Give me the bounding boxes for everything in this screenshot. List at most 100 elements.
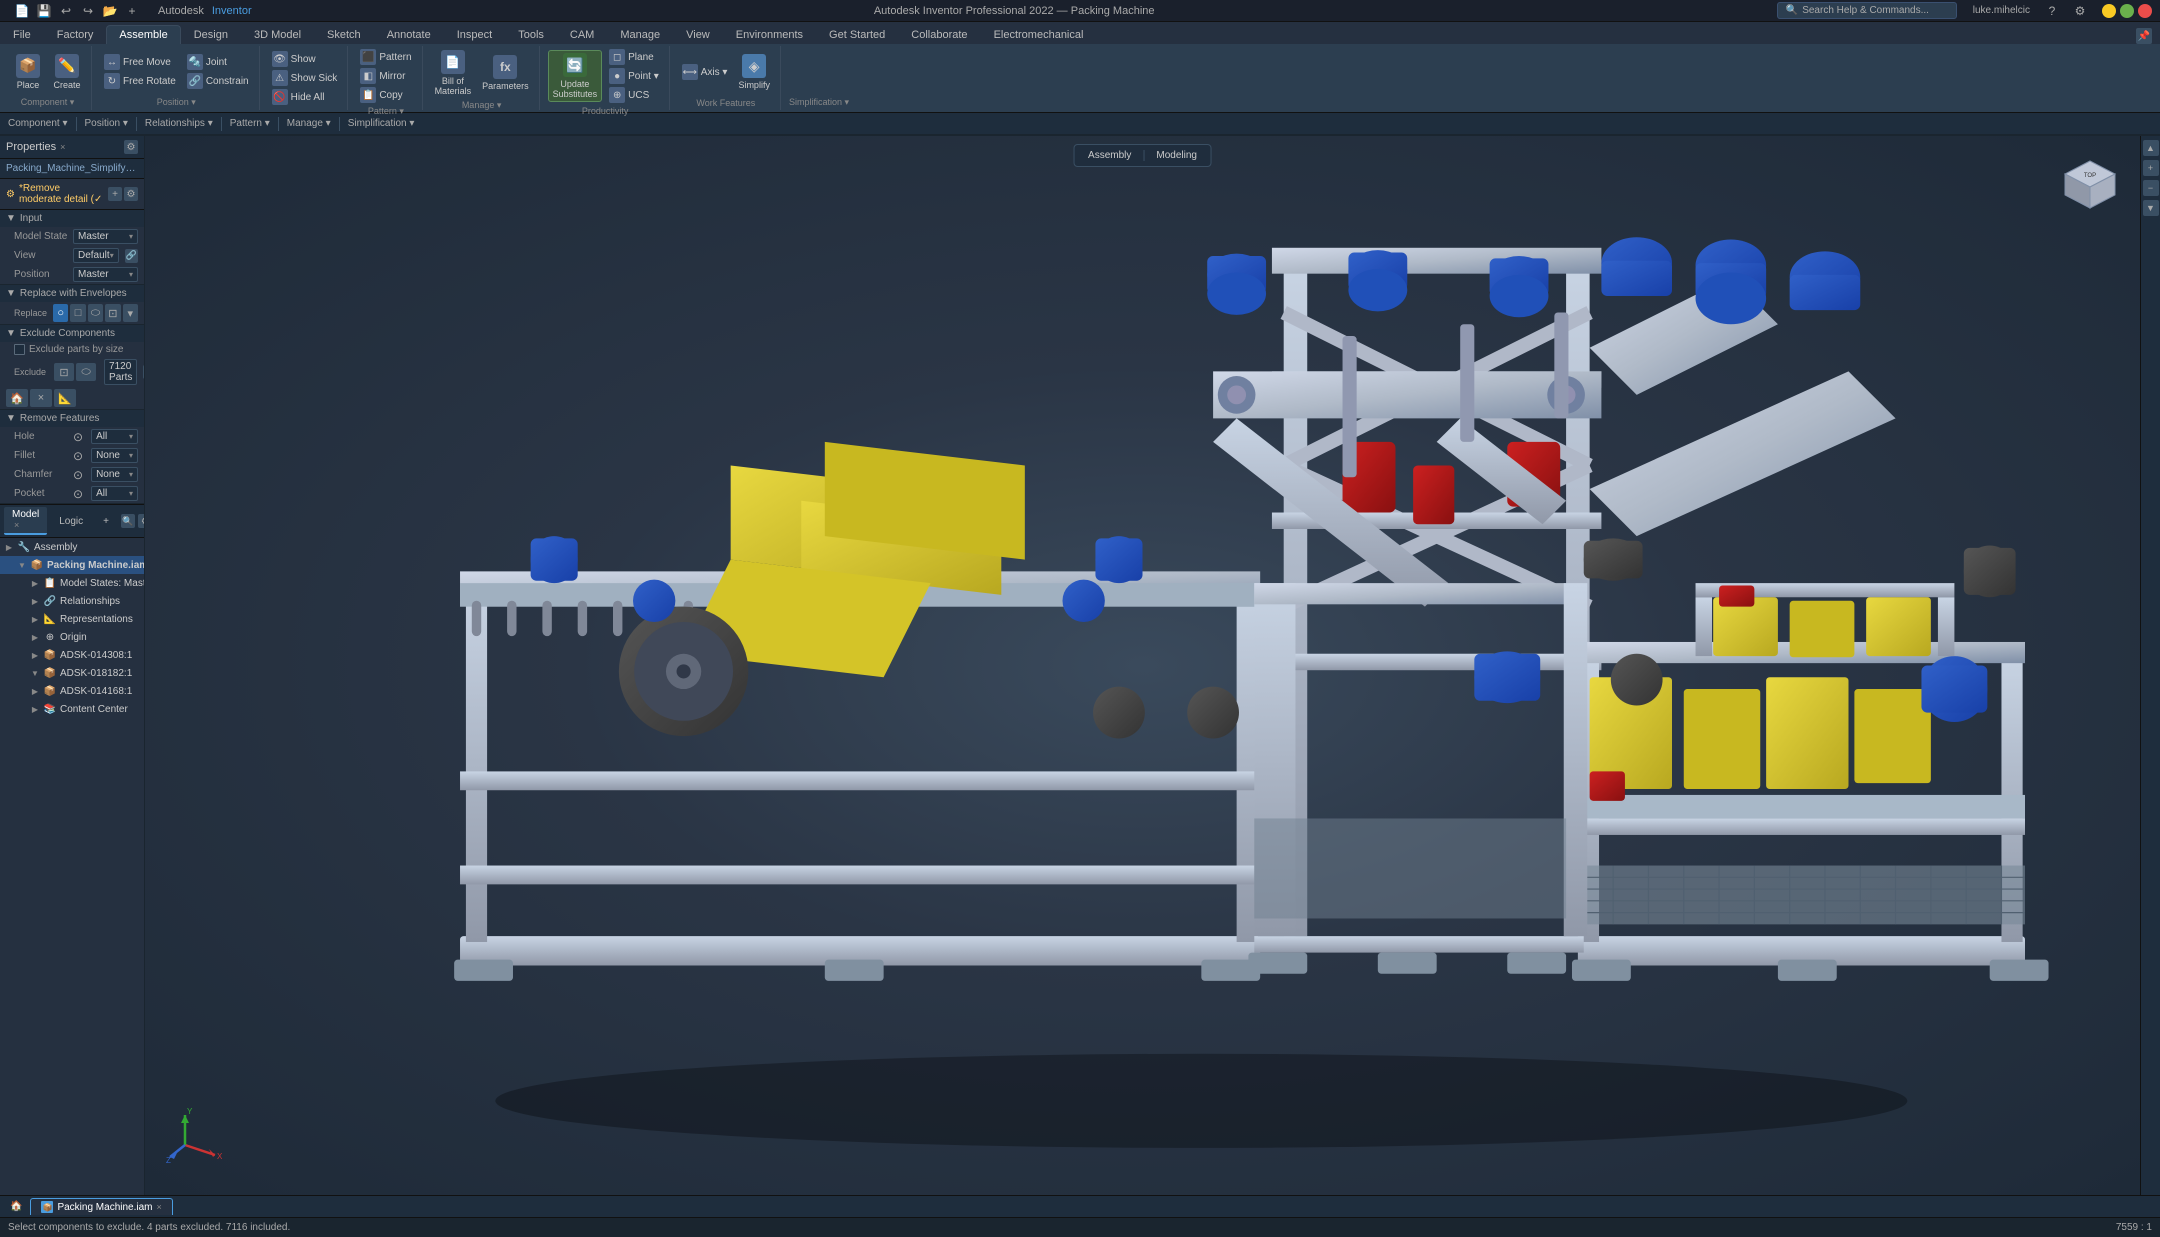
file-icon[interactable]: 📄 (12, 1, 32, 21)
mirror-btn[interactable]: ◧ Mirror (356, 67, 415, 85)
copy-btn[interactable]: 📋 Copy (356, 86, 415, 104)
point-btn[interactable]: ● Point ▾ (605, 67, 663, 85)
model-state-value[interactable]: Master ▾ (73, 229, 138, 244)
tab-3dmodel[interactable]: 3D Model (241, 25, 314, 44)
search-box[interactable]: 🔍 Search Help & Commands... (1777, 2, 1957, 19)
position-dropdown[interactable]: Position ▾ (85, 118, 128, 129)
remove-icon1[interactable]: 🏠 (6, 389, 28, 407)
right-strip-btn3[interactable]: − (2143, 180, 2159, 196)
exclude-components-header[interactable]: ▼ Exclude Components (0, 325, 144, 342)
simplification-dropdown[interactable]: Simplification ▾ (348, 118, 415, 129)
tree-item-adsk1[interactable]: ▶ 📦 ADSK-014308:1 (0, 646, 144, 664)
tab-design[interactable]: Design (181, 25, 241, 44)
plane-btn[interactable]: ◻ Plane (605, 48, 663, 66)
file-tab-packing-machine[interactable]: 📦 Packing Machine.iam × (30, 1198, 172, 1215)
axis-btn[interactable]: ⟷ Axis ▾ (678, 63, 732, 81)
settings-btn[interactable]: ⚙ (2070, 1, 2090, 21)
hide-all-btn[interactable]: 🚫 Hide All (268, 88, 342, 106)
tab-get-started[interactable]: Get Started (816, 25, 898, 44)
new-btn[interactable]: + (122, 1, 142, 21)
tab-tools[interactable]: Tools (505, 25, 557, 44)
free-rotate-btn[interactable]: ↻ Free Rotate (100, 72, 180, 90)
simplify-btn[interactable]: ◈ Simplify (734, 52, 774, 92)
show-btn[interactable]: 👁 Show (268, 50, 342, 68)
update-substitutes-btn[interactable]: 🔄 UpdateSubstitutes (548, 50, 603, 102)
save-btn[interactable]: 💾 (34, 1, 54, 21)
tree-item-packing-machine[interactable]: ▼ 📦 Packing Machine.iam (0, 556, 144, 574)
tab-view[interactable]: View (673, 25, 723, 44)
ucs-btn[interactable]: ⊕ UCS (605, 86, 663, 104)
context-modeling-btn[interactable]: Modeling (1148, 148, 1205, 163)
relationships-dropdown[interactable]: Relationships ▾ (145, 118, 213, 129)
help-btn[interactable]: ? (2042, 1, 2062, 21)
replace-box-btn[interactable]: □ (70, 304, 85, 322)
hole-select[interactable]: All ▾ (91, 429, 138, 444)
pocket-select[interactable]: All ▾ (91, 486, 138, 501)
pattern-dropdown[interactable]: Pattern ▾ (230, 118, 270, 129)
position-value[interactable]: Master ▾ (73, 267, 138, 282)
replace-sphere-btn[interactable]: ○ (53, 304, 68, 322)
tab-factory[interactable]: Factory (44, 25, 107, 44)
fillet-select[interactable]: None ▾ (91, 448, 138, 463)
settings-prop-btn[interactable]: ⚙ (124, 140, 138, 154)
redo-btn[interactable]: ↪ (78, 1, 98, 21)
open-btn[interactable]: 📂 (100, 1, 120, 21)
parameters-btn[interactable]: fx Parameters (478, 53, 533, 93)
right-strip-btn1[interactable]: ▲ (2143, 140, 2159, 156)
tree-item-origin[interactable]: ▶ ⊕ Origin (0, 628, 144, 646)
replace-cylinder-btn[interactable]: ⬭ (88, 304, 103, 322)
tree-item-relationships[interactable]: ▶ 🔗 Relationships (0, 592, 144, 610)
chamfer-select[interactable]: None ▾ (91, 467, 138, 482)
home-btn[interactable]: 🏠 (4, 1199, 28, 1214)
tab-cam[interactable]: CAM (557, 25, 607, 44)
simplification-label[interactable]: Simplification ▾ (789, 95, 849, 108)
tree-settings-btn[interactable]: ⚙ (138, 514, 145, 528)
place-btn[interactable]: 📦 Place (10, 52, 46, 92)
tab-environments[interactable]: Environments (723, 25, 816, 44)
undo-btn[interactable]: ↩ (56, 1, 76, 21)
replace-combined-btn[interactable]: ⊡ (105, 304, 120, 322)
viewport[interactable]: TOP Assembly Modeling X Y Z (145, 136, 2140, 1195)
nav-cube[interactable]: TOP (2060, 156, 2120, 216)
remove-icon2[interactable]: × (30, 389, 52, 407)
input-section-header[interactable]: ▼ Input (0, 210, 144, 227)
tree-item-assembly[interactable]: ▶ 🔧 Assembly (0, 538, 144, 556)
close-btn[interactable] (2138, 4, 2152, 18)
bill-of-materials-btn[interactable]: 📄 Bill ofMaterials (431, 48, 476, 98)
manage-label[interactable]: Manage ▾ (462, 98, 502, 111)
gear-prop-btn[interactable]: ⚙ (124, 187, 138, 201)
tab-manage[interactable]: Manage (607, 25, 673, 44)
tab-inspect[interactable]: Inspect (444, 25, 505, 44)
component-dropdown[interactable]: Component ▾ (8, 118, 68, 129)
right-strip-btn2[interactable]: + (2143, 160, 2159, 176)
tab-model[interactable]: Model × (4, 507, 47, 535)
view-value[interactable]: Default ▾ (73, 248, 119, 263)
tab-collaborate[interactable]: Collaborate (898, 25, 980, 44)
manage-dropdown[interactable]: Manage ▾ (287, 118, 331, 129)
position-label[interactable]: Position ▾ (157, 95, 196, 108)
tab-add[interactable]: + (95, 514, 117, 529)
joint-btn[interactable]: 🔩 Joint (183, 53, 253, 71)
file-tab-close[interactable]: × (157, 1202, 162, 1212)
tab-assemble[interactable]: Assemble (106, 25, 180, 44)
tab-sketch[interactable]: Sketch (314, 25, 374, 44)
tree-item-adsk2[interactable]: ▼ 📦 ADSK-018182:1 (0, 664, 144, 682)
model-tab-close[interactable]: × (14, 520, 19, 530)
tree-item-adsk3[interactable]: ▶ 📦 ADSK-014168:1 (0, 682, 144, 700)
tab-file[interactable]: File (0, 25, 44, 44)
ribbon-pin[interactable]: 📌 (2136, 28, 2152, 44)
tab-logic[interactable]: Logic (51, 514, 91, 529)
minimize-btn[interactable] (2102, 4, 2116, 18)
exclude-icon2[interactable]: ⬭ (76, 363, 96, 381)
tab-electromechanical[interactable]: Electromechanical (981, 25, 1097, 44)
constrain-btn[interactable]: 🔗 Constrain (183, 72, 253, 90)
context-assembly-btn[interactable]: Assembly (1080, 148, 1139, 163)
pattern-btn[interactable]: ⬛ Pattern (356, 48, 415, 66)
add-prop-btn[interactable]: + (108, 187, 122, 201)
exclude-by-size-checkbox[interactable] (14, 344, 25, 355)
right-strip-btn4[interactable]: ▼ (2143, 200, 2159, 216)
component-label[interactable]: Component ▾ (21, 95, 75, 108)
free-move-btn[interactable]: ↔ Free Move (100, 53, 180, 71)
show-sick-btn[interactable]: ⚠ Show Sick (268, 69, 342, 87)
tree-search-btn[interactable]: 🔍 (121, 514, 135, 528)
